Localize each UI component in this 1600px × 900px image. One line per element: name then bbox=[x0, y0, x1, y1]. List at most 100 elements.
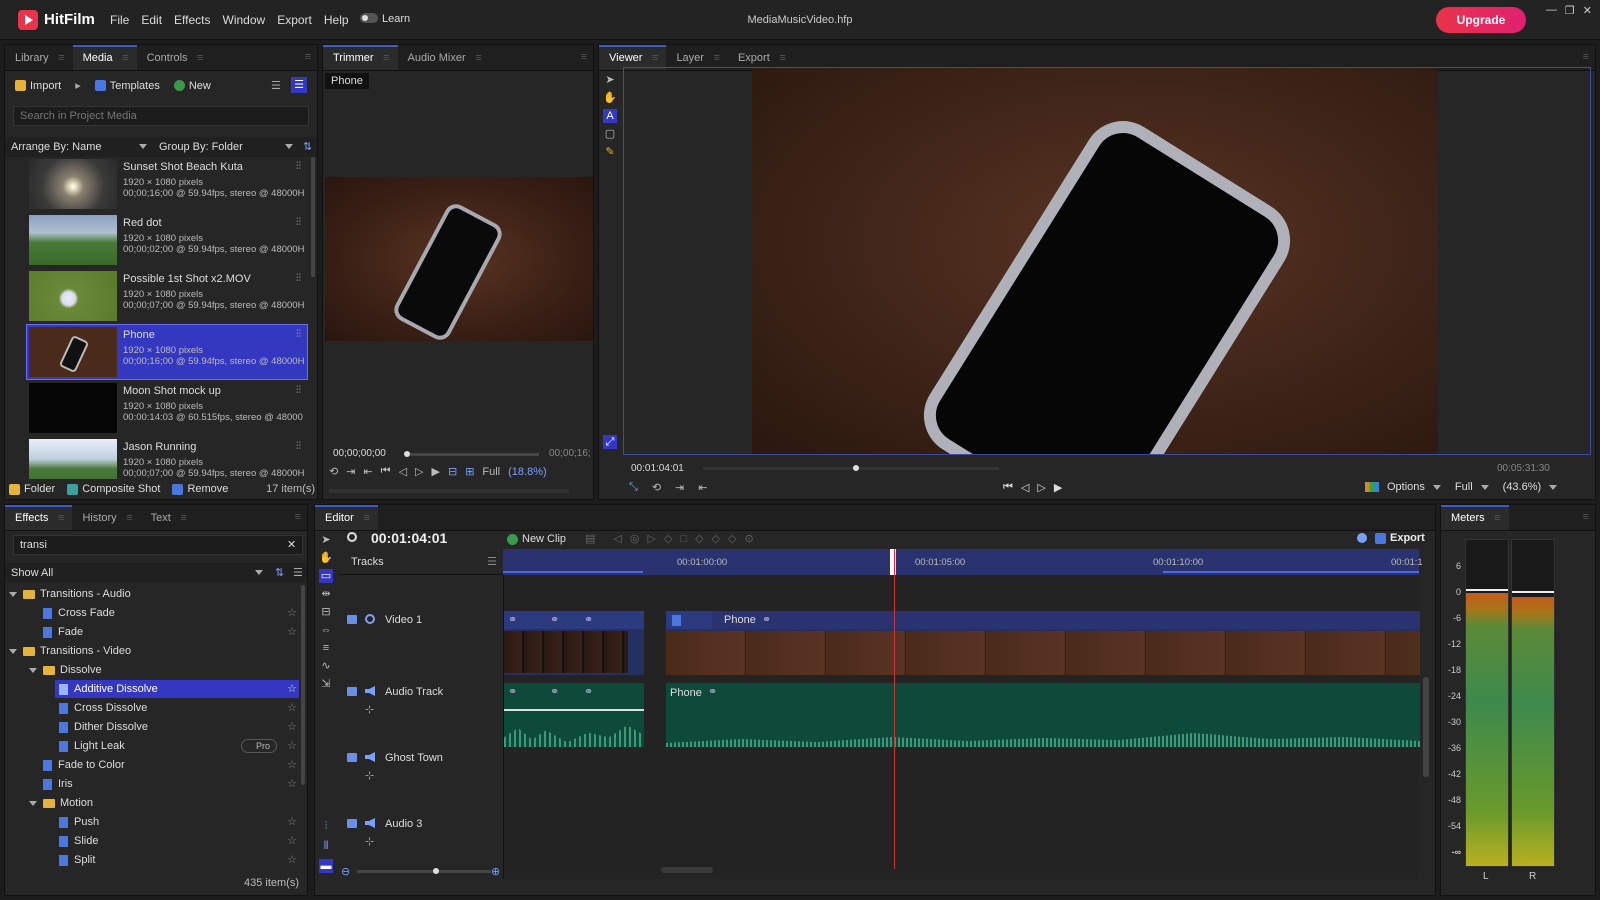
import-button[interactable]: Import ▸ bbox=[15, 79, 81, 92]
mark-in-icon[interactable]: ⇥ bbox=[675, 481, 684, 494]
waveform-toggle-icon[interactable]: ⊹ bbox=[365, 769, 374, 782]
play-icon[interactable]: ▶ bbox=[1054, 481, 1062, 494]
marker-icon[interactable]: ◇ bbox=[664, 532, 672, 545]
zoom-select[interactable]: (43.6%) bbox=[1503, 481, 1542, 493]
effects-scrollbar[interactable] bbox=[301, 585, 305, 785]
media-item[interactable]: Moon Shot mock up 1920 × 1080 pixels 00:0… bbox=[27, 381, 307, 435]
loop-icon[interactable]: ⟲ bbox=[329, 465, 338, 478]
speaker-icon[interactable] bbox=[365, 752, 375, 762]
effect-item[interactable]: Dither Dissolve ☆ bbox=[9, 718, 299, 736]
timeline-vscrollbar[interactable] bbox=[1423, 677, 1429, 777]
tree-folder-motion[interactable]: Motion bbox=[9, 794, 299, 812]
tune-icon[interactable]: ⫶⫶ bbox=[296, 329, 301, 340]
tune-icon[interactable]: ⫶⫶ bbox=[296, 273, 301, 284]
tab-library[interactable]: Library bbox=[5, 45, 73, 71]
media-item-selected[interactable]: Phone 1920 × 1080 pixels 00;00;16;00 @ 59… bbox=[26, 324, 308, 380]
tab-editor[interactable]: Editor bbox=[315, 505, 378, 531]
waveform-toggle-icon[interactable]: ⊹ bbox=[365, 703, 374, 716]
options-select[interactable]: Options bbox=[1387, 481, 1425, 493]
tree-folder-transitions-video[interactable]: Transitions - Video bbox=[9, 642, 299, 660]
snap-icon[interactable]: □ bbox=[680, 533, 687, 545]
quality-select[interactable]: Full bbox=[1455, 481, 1473, 493]
tune-icon[interactable]: ⫶⫶ bbox=[296, 385, 301, 396]
crop-tool-icon[interactable]: ▢ bbox=[603, 127, 617, 141]
menu-effects[interactable]: Effects bbox=[174, 13, 210, 27]
zoom-select[interactable]: (18.8%) bbox=[508, 466, 547, 478]
tab-history[interactable]: History bbox=[72, 505, 140, 531]
list-options-icon[interactable]: ☰ bbox=[293, 566, 303, 579]
skip-start-icon[interactable]: ⏮ bbox=[1003, 481, 1013, 494]
star-icon[interactable]: ☆ bbox=[287, 813, 297, 831]
tab-trimmer[interactable]: Trimmer bbox=[323, 45, 398, 71]
star-icon[interactable]: ☆ bbox=[287, 832, 297, 850]
effect-item[interactable]: Fade to Color ☆ bbox=[9, 756, 299, 774]
panel-menu-icon[interactable]: ≡ bbox=[1583, 511, 1589, 523]
effect-item[interactable]: Slide ☆ bbox=[9, 832, 299, 850]
tab-audio-mixer[interactable]: Audio Mixer bbox=[398, 45, 490, 71]
skip-start-icon[interactable]: ⏮ bbox=[381, 465, 391, 478]
effect-item[interactable]: Push ☆ bbox=[9, 813, 299, 831]
effect-item[interactable]: Iris ☆ bbox=[9, 775, 299, 793]
menu-window[interactable]: Window bbox=[223, 13, 266, 27]
tab-media[interactable]: Media bbox=[72, 45, 137, 71]
panel-menu-icon[interactable]: ≡ bbox=[295, 511, 301, 523]
zoom-in-icon[interactable]: ⊕ bbox=[491, 865, 500, 878]
select-tool-icon[interactable]: ➤ bbox=[603, 73, 617, 87]
sort-icon[interactable]: ⇅ bbox=[303, 140, 312, 153]
media-item[interactable]: Sunset Shot Beach Kuta 1920 × 1080 pixel… bbox=[27, 157, 307, 211]
snap-tool-icon[interactable]: ⇲ bbox=[319, 677, 333, 691]
star-icon[interactable]: ☆ bbox=[287, 699, 297, 717]
effects-search-input[interactable] bbox=[13, 535, 303, 555]
audio-clip-phone[interactable]: Phone ⚭ bbox=[666, 683, 1420, 747]
select-tool-icon[interactable]: ➤ bbox=[319, 533, 333, 547]
media-search-input[interactable] bbox=[13, 106, 309, 126]
media-scrollbar[interactable] bbox=[311, 157, 315, 277]
timeline-zoom-slider[interactable] bbox=[357, 868, 491, 874]
new-folder-button[interactable]: Folder bbox=[9, 483, 55, 495]
mixer-tool-icon[interactable]: ⫶ bbox=[319, 819, 333, 833]
star-icon[interactable]: ☆ bbox=[287, 851, 297, 869]
close-icon[interactable]: ✕ bbox=[1583, 4, 1592, 17]
theme-icon[interactable] bbox=[1357, 533, 1367, 543]
star-icon[interactable]: ☆ bbox=[287, 775, 297, 793]
minimize-icon[interactable]: — bbox=[1546, 4, 1557, 17]
menu-edit[interactable]: Edit bbox=[141, 13, 162, 27]
track-size-icon[interactable]: ▬ bbox=[319, 859, 333, 873]
tune-icon[interactable]: ⫶⫶ bbox=[296, 161, 301, 172]
bezier-tool-icon[interactable]: ∿ bbox=[319, 659, 333, 673]
tab-text[interactable]: Text bbox=[141, 505, 195, 531]
playhead-handle[interactable] bbox=[890, 549, 896, 575]
step-back-icon[interactable]: ◁ bbox=[1021, 481, 1029, 494]
star-icon[interactable]: ☆ bbox=[287, 604, 297, 622]
detail-view-icon[interactable]: ☰ bbox=[291, 77, 307, 93]
menu-export[interactable]: Export bbox=[277, 13, 312, 27]
link-icon[interactable]: ◇ bbox=[695, 532, 703, 545]
next-keyframe-icon[interactable]: ▷ bbox=[647, 532, 655, 545]
effect-item[interactable]: Split ☆ bbox=[9, 851, 299, 869]
trimmer-hscrollbar[interactable] bbox=[329, 489, 569, 493]
insert-icon[interactable]: ⊟ bbox=[448, 465, 457, 478]
lock-icon[interactable] bbox=[347, 819, 357, 828]
hand-tool-icon[interactable]: ✋ bbox=[603, 91, 617, 105]
mute-icon[interactable]: ◇ bbox=[728, 532, 736, 545]
effect-item[interactable]: Fade ☆ bbox=[9, 623, 299, 641]
effect-item-selected[interactable]: Additive Dissolve ☆ bbox=[55, 680, 299, 698]
timeline-tracks[interactable]: ⚭ ⚭ ⚭ Phone ⚭ ⚭ ⚭ ⚭ Phone ⚭ bbox=[503, 549, 1420, 879]
new-button[interactable]: New bbox=[173, 80, 211, 92]
step-back-icon[interactable]: ◁ bbox=[399, 465, 407, 478]
lock-icon[interactable] bbox=[347, 753, 357, 762]
rate-tool-icon[interactable]: ≡ bbox=[319, 641, 333, 655]
media-item[interactable]: Red dot 1920 × 1080 pixels 00;00;02;00 @ … bbox=[27, 213, 307, 267]
step-forward-icon[interactable]: ▷ bbox=[415, 465, 423, 478]
star-icon[interactable]: ☆ bbox=[287, 623, 297, 641]
panel-menu-icon[interactable]: ≡ bbox=[305, 51, 311, 63]
sort-icon[interactable]: ⇅ bbox=[275, 566, 284, 579]
speaker-icon[interactable] bbox=[365, 818, 375, 828]
slip-tool-icon[interactable]: ⇹ bbox=[319, 587, 333, 601]
trimmer-scrubber[interactable] bbox=[404, 451, 539, 457]
effect-item[interactable]: Light Leak Pro ☆ bbox=[9, 737, 299, 755]
lock-all-icon[interactable]: ⊙ bbox=[744, 532, 753, 545]
arrange-select[interactable]: Arrange By: Name bbox=[11, 141, 101, 153]
tune-icon[interactable]: ⫶⫶ bbox=[296, 217, 301, 228]
snap-tool-icon[interactable]: ⤢ bbox=[603, 435, 617, 449]
